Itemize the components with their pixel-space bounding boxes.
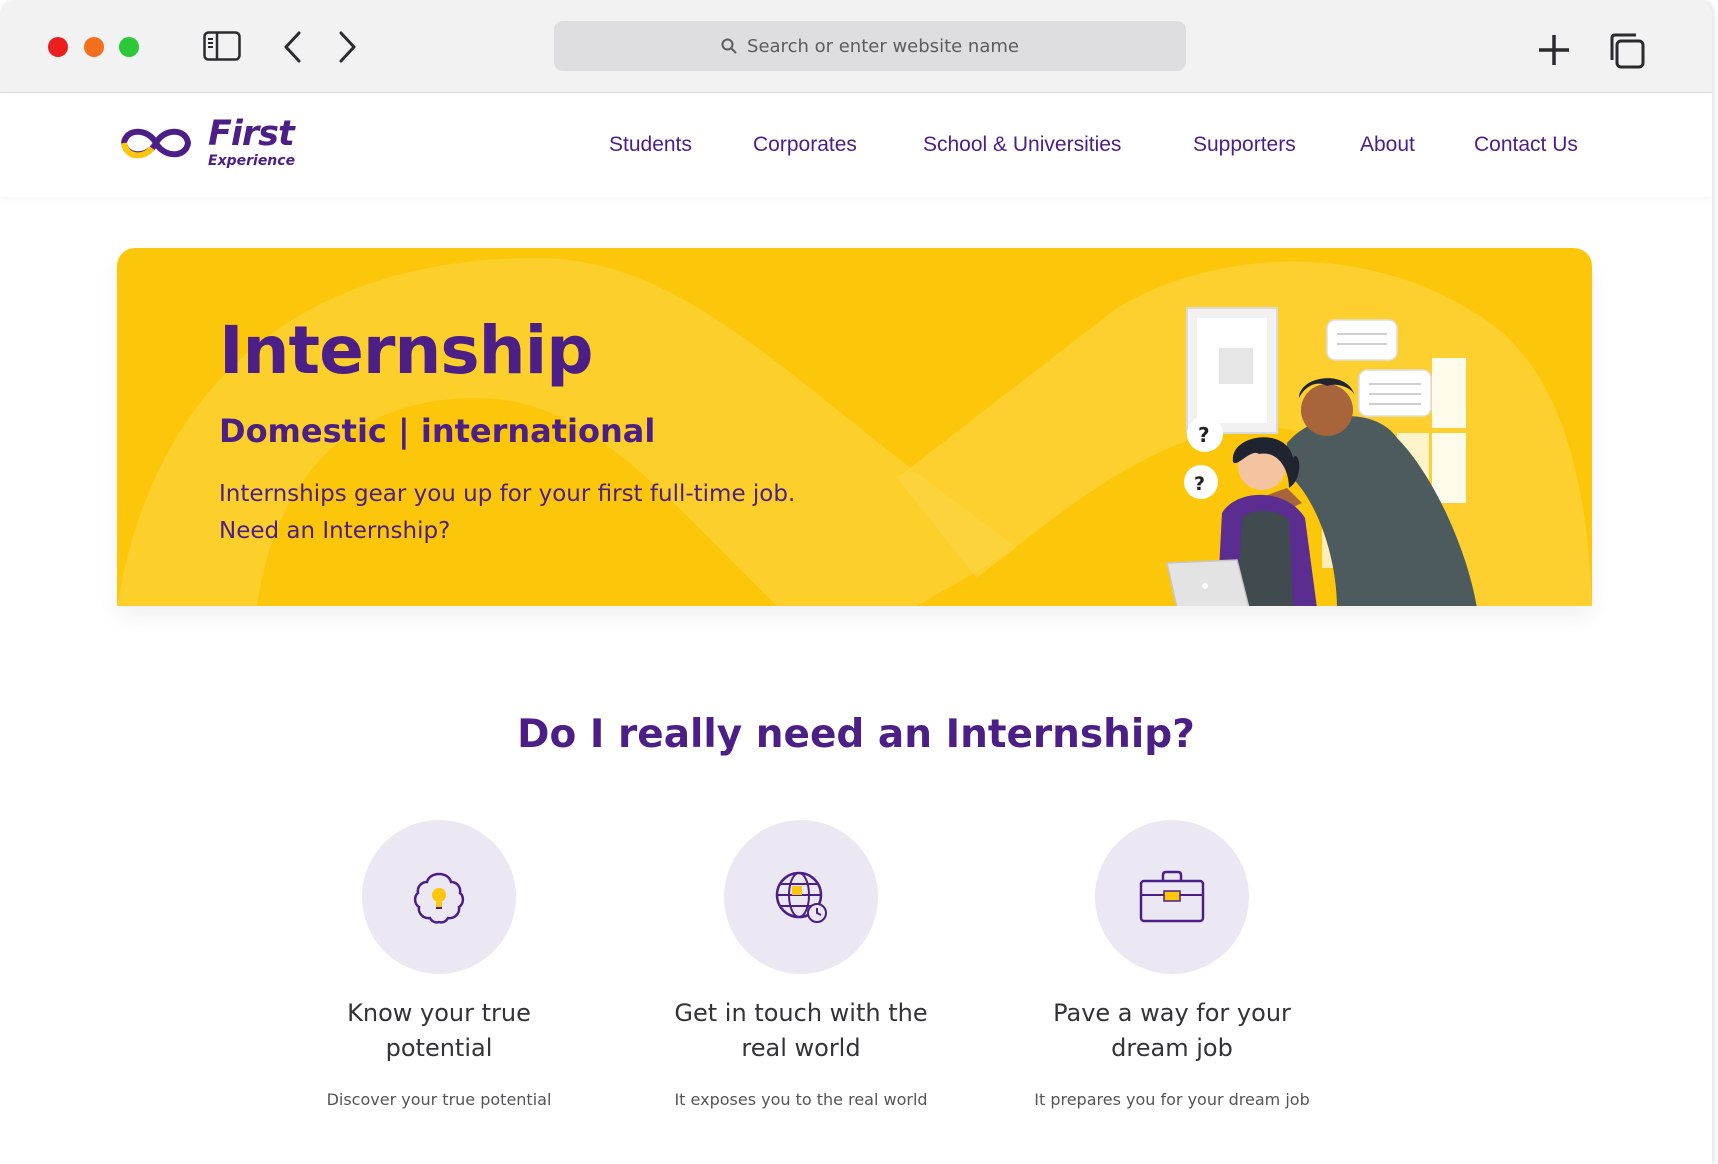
back-arrow-icon[interactable] [282,30,304,64]
feature-title-line-1: Pave a way for your [1053,999,1291,1027]
feature-description: It prepares you for your dream job [1034,1090,1310,1109]
forward-arrow-icon[interactable] [336,30,358,64]
site-header: First Experience Students Corporates Sch… [0,93,1712,197]
feature-title-line-1: Know your true [347,999,531,1027]
search-icon [721,38,737,54]
nav-schools-universities[interactable]: School & Universities [923,133,1121,157]
main-nav: Students Corporates School & Universitie… [0,133,1712,163]
svg-text:?: ? [1198,423,1210,447]
feature-icon-circle [362,820,516,974]
nav-about[interactable]: About [1360,133,1415,157]
hero-description: Internships gear you up for your first f… [219,476,919,550]
hero-banner: Internship Domestic | international Inte… [117,248,1592,606]
tab-overview-icon[interactable] [1608,32,1646,70]
svg-text:?: ? [1194,473,1205,495]
briefcase-icon [1139,870,1205,923]
feature-title: Get in touch with the real world [621,996,981,1066]
feature-title: Pave a way for your dream job [992,996,1352,1066]
close-window-button[interactable] [48,37,68,57]
hero-line-1: Internships gear you up for your first f… [219,481,796,507]
nav-corporates[interactable]: Corporates [753,133,857,157]
nav-contact-us[interactable]: Contact Us [1474,133,1578,157]
minimize-window-button[interactable] [84,37,104,57]
nav-supporters[interactable]: Supporters [1193,133,1296,157]
feature-icon-circle [1095,820,1249,974]
students-laptop-illustration: ? ? [1166,307,1477,606]
brain-bulb-icon [413,872,465,924]
hero-title: Internship [219,312,594,389]
address-bar-placeholder: Search or enter website name [747,35,1019,57]
feature-card-real-world: Get in touch with the real world It expo… [621,820,981,1109]
maximize-window-button[interactable] [119,37,139,57]
feature-title-line-2: potential [385,1034,493,1062]
sidebar-toggle-icon[interactable] [203,31,241,61]
nav-students[interactable]: Students [609,133,692,157]
feature-description: Discover your true potential [326,1090,552,1109]
hero-line-2: Need an Internship? [219,518,451,544]
globe-clock-icon [775,871,827,923]
feature-title-line-2: real world [741,1034,861,1062]
browser-toolbar: Search or enter website name [0,0,1712,93]
feature-title-line-2: dream job [1111,1034,1233,1062]
new-tab-icon[interactable] [1537,33,1571,67]
hero-subtitle: Domestic | international [219,412,656,450]
feature-card-dream-job: Pave a way for your dream job It prepare… [992,820,1352,1109]
browser-window: Search or enter website name First Exper… [0,0,1712,1164]
feature-title: Know your true potential [259,996,619,1066]
section-title: Do I really need an Internship? [517,712,1195,757]
address-bar[interactable]: Search or enter website name [554,21,1186,71]
feature-title-line-1: Get in touch with the [674,999,928,1027]
feature-description: It exposes you to the real world [674,1090,928,1109]
feature-card-potential: Know your true potential Discover your t… [259,820,619,1109]
feature-icon-circle [724,820,878,974]
